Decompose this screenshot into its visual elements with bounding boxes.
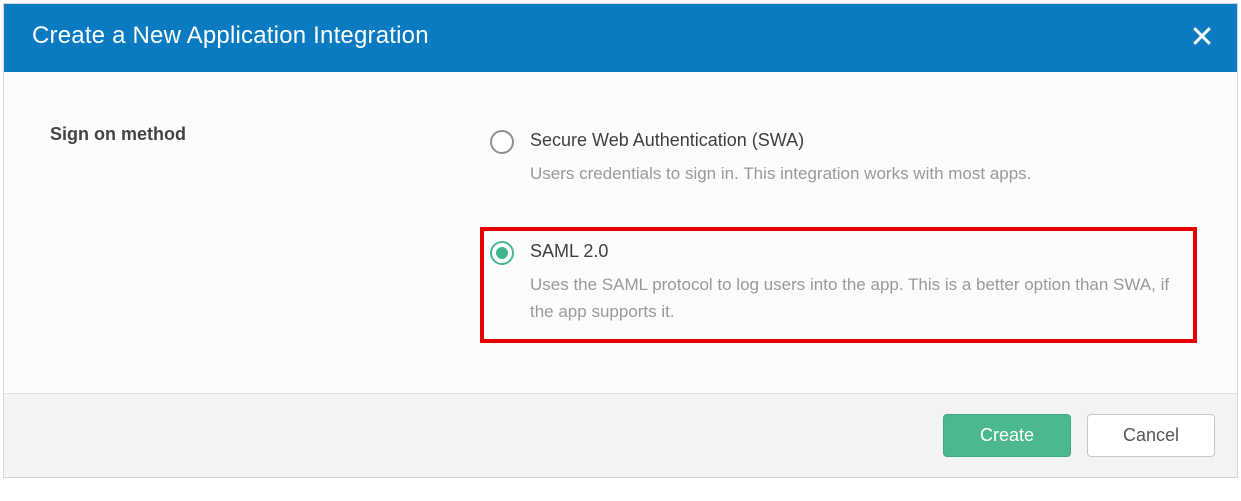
- option-swa[interactable]: Secure Web Authentication (SWA) Users cr…: [480, 122, 1197, 199]
- dialog-footer: Create Cancel: [4, 393, 1237, 477]
- radio-swa[interactable]: [490, 130, 514, 154]
- option-saml[interactable]: SAML 2.0 Uses the SAML protocol to log u…: [480, 227, 1197, 343]
- option-saml-desc: Uses the SAML protocol to log users into…: [530, 272, 1183, 325]
- sign-on-method-label: Sign on method: [50, 122, 480, 343]
- option-swa-title: Secure Web Authentication (SWA): [530, 130, 1187, 151]
- dialog-title: Create a New Application Integration: [32, 22, 429, 50]
- dialog-body: Sign on method Secure Web Authentication…: [4, 72, 1237, 393]
- radio-saml[interactable]: [490, 241, 514, 265]
- sign-on-options: Secure Web Authentication (SWA) Users cr…: [480, 122, 1197, 343]
- option-swa-text: Secure Web Authentication (SWA) Users cr…: [530, 130, 1187, 187]
- dialog-header: Create a New Application Integration: [4, 4, 1237, 72]
- cancel-button[interactable]: Cancel: [1087, 414, 1215, 457]
- create-button[interactable]: Create: [943, 414, 1071, 457]
- option-saml-text: SAML 2.0 Uses the SAML protocol to log u…: [530, 241, 1183, 325]
- option-saml-title: SAML 2.0: [530, 241, 1183, 262]
- option-swa-desc: Users credentials to sign in. This integ…: [530, 161, 1187, 187]
- close-icon[interactable]: [1191, 25, 1213, 47]
- create-app-integration-dialog: Create a New Application Integration Sig…: [3, 3, 1238, 478]
